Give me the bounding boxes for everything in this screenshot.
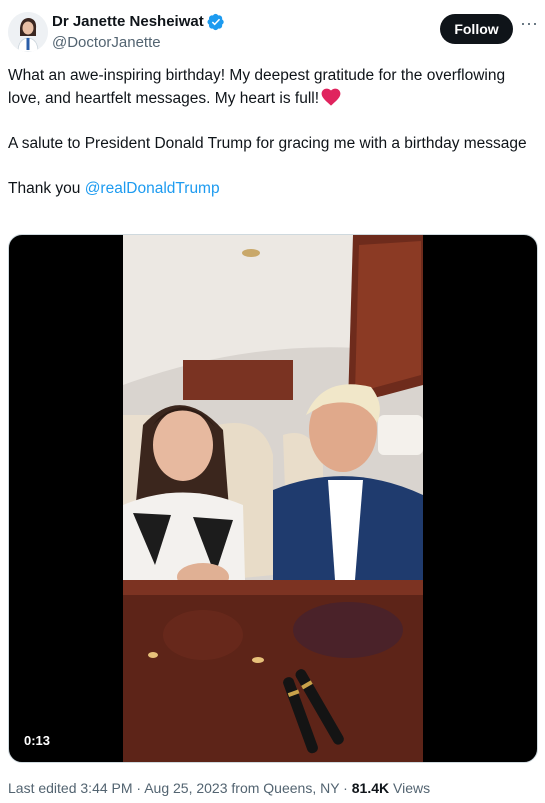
verified-badge-icon — [207, 13, 224, 31]
tweet-line-1: What an awe-inspiring birthday! My deepe… — [8, 67, 506, 107]
tweet-time[interactable]: 3:44 PM — [80, 780, 132, 796]
video-thumbnail-image — [123, 235, 423, 762]
meta-separator-2: · — [339, 780, 352, 796]
follow-button[interactable]: Follow — [440, 14, 513, 44]
tweet-paragraph-1: What an awe-inspiring birthday! My deepe… — [8, 64, 533, 110]
tweet-text: What an awe-inspiring birthday! My deepe… — [8, 64, 533, 200]
views-label: Views — [389, 780, 431, 796]
tweet-header: Dr Janette Nesheiwat @DoctorJanette Foll… — [0, 0, 545, 62]
thank-you-text: Thank you — [8, 180, 85, 197]
meta-separator-1: · — [132, 780, 145, 796]
tweet-metadata: Last edited 3:44 PM · Aug 25, 2023 from … — [8, 777, 430, 799]
tweet-paragraph-2: A salute to President Donald Trump for g… — [8, 135, 527, 152]
video-player[interactable]: 0:13 — [8, 234, 538, 763]
tweet-paragraph-3: Thank you @realDonaldTrump — [8, 177, 533, 200]
edited-label: Last edited — [8, 780, 81, 796]
video-duration: 0:13 — [24, 733, 51, 748]
video-frame[interactable] — [123, 235, 423, 762]
views-count[interactable]: 81.4K — [352, 780, 389, 796]
red-heart-icon — [321, 88, 341, 106]
author-name-row: Dr Janette Nesheiwat — [52, 12, 225, 32]
more-options-icon[interactable]: ··· — [518, 14, 540, 38]
tweet-location: from Queens, NY — [227, 780, 340, 796]
avatar[interactable] — [8, 12, 48, 52]
author-handle[interactable]: @DoctorJanette — [52, 33, 161, 53]
tweet-date[interactable]: Aug 25, 2023 — [144, 780, 227, 796]
mention-link[interactable]: @realDonaldTrump — [85, 180, 220, 197]
avatar-image — [8, 12, 48, 52]
author-display-name[interactable]: Dr Janette Nesheiwat — [52, 12, 204, 32]
